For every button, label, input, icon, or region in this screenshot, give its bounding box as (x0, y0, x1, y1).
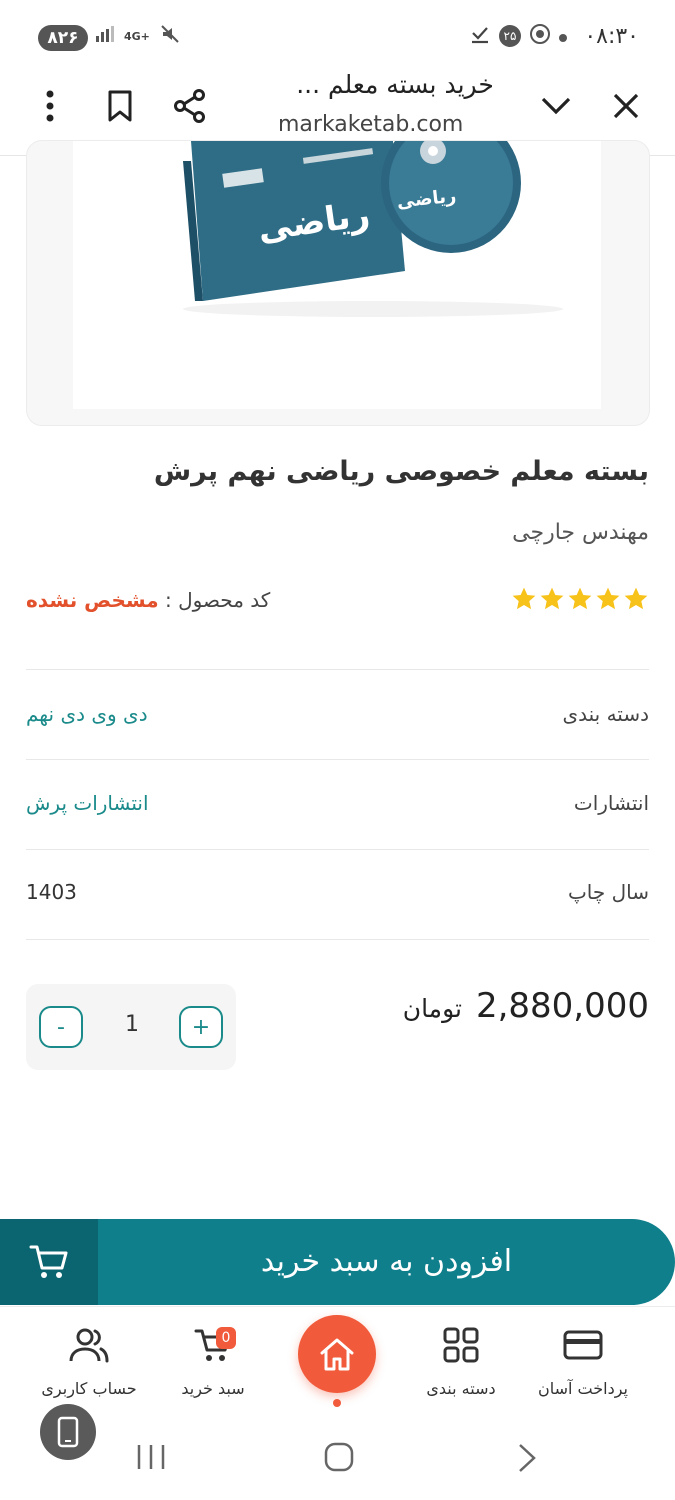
nav-cart-label: سبد خرید (181, 1379, 245, 1398)
card-icon (518, 1325, 648, 1365)
back-icon[interactable] (516, 1442, 538, 1478)
share-icon[interactable] (168, 84, 212, 128)
increase-button[interactable]: + (179, 1006, 223, 1048)
product-author: مهندس جارچی (512, 520, 649, 545)
category-label: دسته بندی (562, 702, 649, 726)
cart-icon (0, 1219, 98, 1305)
chevron-down-icon[interactable] (534, 84, 578, 128)
system-navigation-bar (0, 1418, 675, 1500)
more-options-icon[interactable] (28, 84, 72, 128)
star-icon (568, 587, 592, 610)
signal-icons: 4G+ (96, 24, 180, 48)
grid-icon (396, 1325, 526, 1365)
print-year-label: سال چاپ (567, 880, 649, 904)
page-title: خرید بسته معلم ... (296, 70, 494, 99)
clock: ۰۸:۳۰ (584, 24, 639, 49)
product-code-value: مشخص نشده (26, 588, 159, 612)
download-done-icon (470, 24, 490, 48)
mute-icon (160, 24, 180, 48)
nav-cart[interactable]: 0 سبد خرید (148, 1325, 278, 1398)
quantity-stepper: - 1 + (26, 984, 236, 1070)
divider (26, 849, 649, 850)
battery-indicator: ۸۲۶ (38, 25, 88, 51)
price-amount: 2,880,000 (475, 986, 649, 1026)
publisher-label: انتشارات (573, 791, 649, 815)
quantity-value: 1 (125, 1012, 139, 1037)
print-year-value: 1403 (26, 880, 77, 904)
product-image-card[interactable]: ریاضی ریاضی (26, 140, 650, 426)
close-icon[interactable] (604, 84, 648, 128)
product-code-row: کد محصول : مشخص نشده (26, 588, 270, 612)
bottom-navigation: حساب کاربری 0 سبد خرید دسته بندی پرداخت … (0, 1306, 675, 1418)
active-indicator (333, 1399, 341, 1407)
star-icon (540, 587, 564, 610)
product-image: ریاضی ریاضی (73, 141, 601, 409)
floating-phone-button[interactable] (40, 1404, 96, 1460)
category-link[interactable]: دی وی دی نهم (26, 702, 148, 726)
notification-count-badge: ۲۵ (499, 25, 521, 47)
nav-categories-label: دسته بندی (426, 1379, 496, 1398)
nav-account[interactable]: حساب کاربری (24, 1325, 154, 1398)
home-icon (320, 1338, 354, 1371)
phone-icon (57, 1416, 79, 1448)
cart-count-badge: 0 (216, 1327, 236, 1349)
recent-apps-icon[interactable] (134, 1442, 168, 1476)
publisher-link[interactable]: انتشارات پرش (26, 791, 149, 815)
divider (26, 669, 649, 670)
chrome-icon (530, 24, 550, 48)
divider (26, 759, 649, 760)
rating-stars (511, 586, 649, 612)
nav-easy-payment[interactable]: پرداخت آسان (518, 1325, 648, 1398)
url-text[interactable]: markaketab.com (278, 112, 463, 137)
signal-icon (96, 26, 114, 46)
cart-icon: 0 (148, 1325, 278, 1365)
price-currency: تومان (402, 994, 462, 1023)
nav-easy-payment-label: پرداخت آسان (537, 1379, 628, 1398)
add-to-cart-label: افزودن به سبد خرید (260, 1244, 513, 1279)
notification-icons: ۲۵ (470, 24, 567, 48)
star-icon (596, 587, 620, 610)
star-icon (624, 587, 648, 610)
product-title: بسته معلم خصوصی ریاضی نهم پرش (153, 456, 649, 487)
dot-icon (559, 27, 567, 46)
price: 2,880,000 تومان (403, 986, 649, 1026)
users-icon (24, 1325, 154, 1365)
home-system-icon[interactable] (324, 1442, 354, 1476)
nav-account-label: حساب کاربری (41, 1379, 137, 1398)
bookmark-icon[interactable] (98, 84, 142, 128)
star-icon (512, 587, 536, 610)
add-to-cart-button[interactable]: افزودن به سبد خرید (0, 1219, 675, 1305)
nav-categories[interactable]: دسته بندی (396, 1325, 526, 1398)
divider (26, 939, 649, 940)
decrease-button[interactable]: - (39, 1006, 83, 1048)
network-type-label: 4G+ (124, 29, 150, 43)
home-button[interactable] (298, 1315, 376, 1393)
product-code-label: کد محصول : (164, 588, 271, 612)
